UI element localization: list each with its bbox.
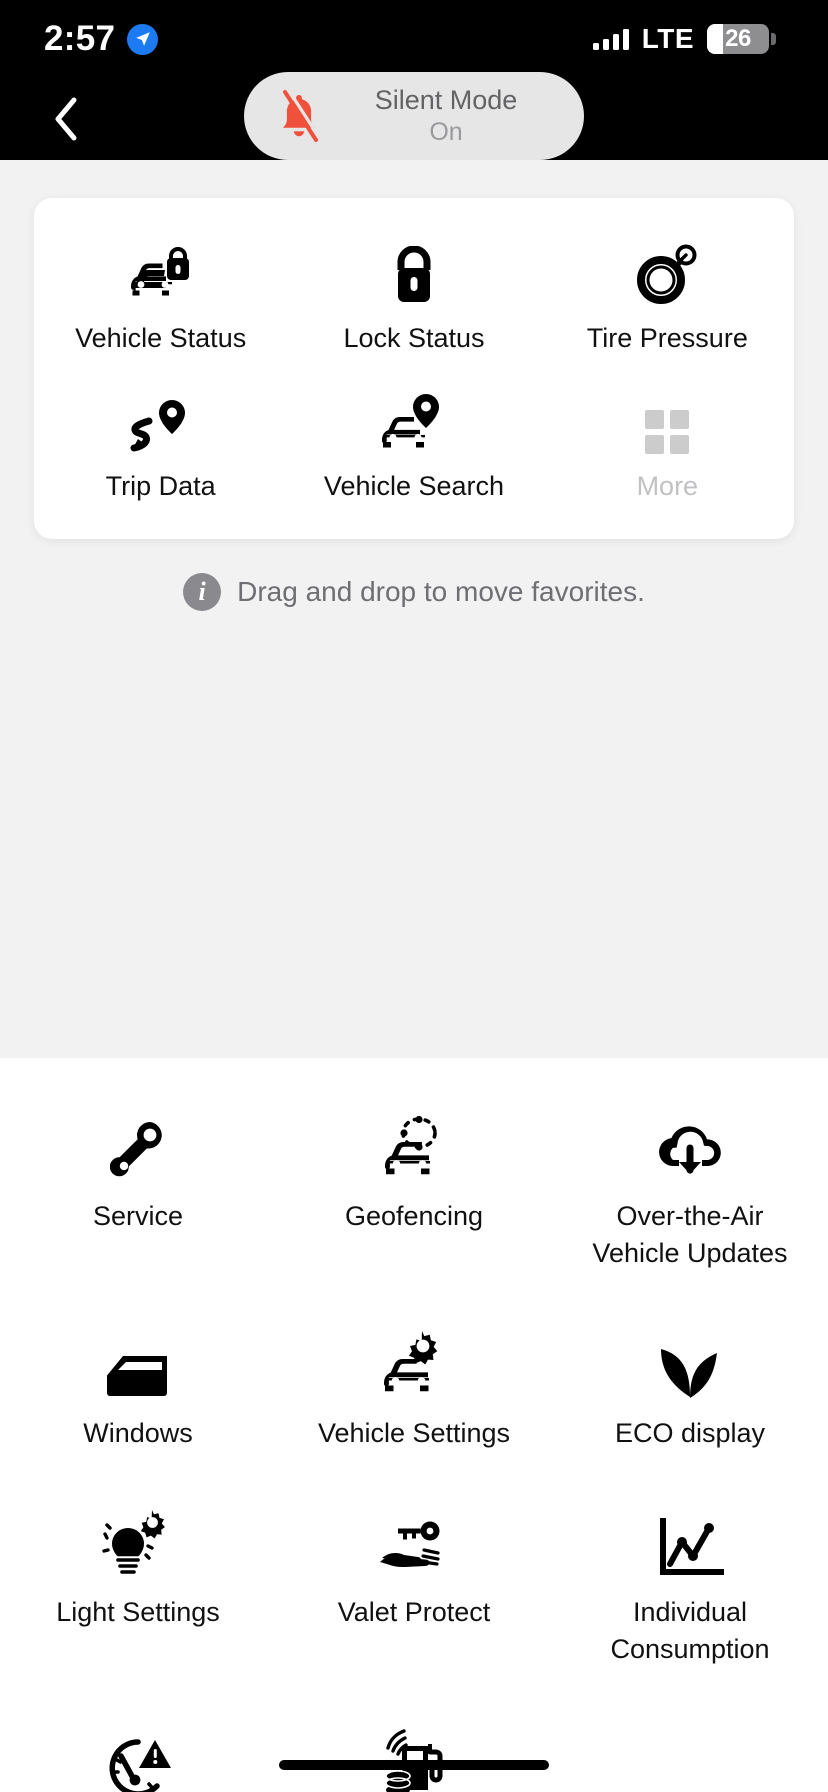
cellular-bars-icon xyxy=(592,28,629,50)
network-label: LTE xyxy=(641,23,694,54)
feature-label: Light Settings xyxy=(56,1596,220,1627)
favorite-label: Trip Data xyxy=(105,471,216,502)
feature-ota-updates[interactable]: Over-the-Air Vehicle Updates xyxy=(552,1080,828,1297)
favorites-grid: Vehicle Status Lock Status Tire Pressure… xyxy=(34,220,794,517)
feature-valet-protect[interactable]: Valet Protect xyxy=(276,1476,552,1693)
feature-service[interactable]: Service xyxy=(0,1080,276,1297)
favorite-label: Vehicle Status xyxy=(75,323,247,353)
features-panel: Service Geofencing Over-the-Air Vehicle … xyxy=(0,1058,828,1792)
favorite-trip-data[interactable]: Trip Data xyxy=(34,368,287,516)
favorite-vehicle-search[interactable]: Vehicle Search xyxy=(287,368,540,516)
bell-slash-icon xyxy=(276,90,322,142)
chevron-left-icon xyxy=(55,97,77,141)
speedometer-warning-icon xyxy=(103,1716,173,1792)
home-indicator[interactable] xyxy=(279,1760,549,1770)
leaf-icon xyxy=(657,1321,723,1401)
feature-label: Valet Protect xyxy=(337,1596,491,1627)
fuel-pump-coins-icon xyxy=(378,1716,450,1792)
favorites-section: Vehicle Status Lock Status Tire Pressure… xyxy=(0,160,828,643)
car-lock-icon xyxy=(125,234,197,308)
nav-bar: Silent Mode On xyxy=(0,72,828,160)
feature-geofencing[interactable]: Geofencing xyxy=(276,1080,552,1297)
battery-fill xyxy=(707,24,724,54)
feature-label: Windows xyxy=(83,1417,193,1448)
feature-windows[interactable]: Windows xyxy=(0,1297,276,1476)
feature-label: Service xyxy=(92,1201,184,1231)
feature-label: Over-the-Air Vehicle Updates xyxy=(592,1201,788,1269)
phone-screen: 2:57 LTE 26 Silent Mode On Vehicle Statu… xyxy=(0,0,828,1792)
car-door-icon xyxy=(103,1321,173,1401)
battery-tip xyxy=(771,33,776,45)
favorite-more[interactable]: More xyxy=(541,368,794,516)
silent-mode-text: Silent Mode On xyxy=(336,84,584,148)
feature-label: Vehicle Settings xyxy=(317,1417,511,1448)
feature-light-settings[interactable]: Light Settings xyxy=(0,1476,276,1693)
info-circle-icon: i xyxy=(183,572,222,611)
silent-mode-state: On xyxy=(429,117,463,146)
feature-label: ECO display xyxy=(614,1417,766,1448)
favorite-label: More xyxy=(636,471,699,502)
bulb-gear-icon xyxy=(102,1500,174,1580)
feature-speed-alert[interactable]: Speed Alert xyxy=(0,1692,276,1792)
battery-percent: 26 xyxy=(725,25,751,52)
tire-gauge-icon xyxy=(634,234,700,308)
battery-body: 26 xyxy=(707,24,769,54)
favorite-label: Lock Status xyxy=(343,323,485,353)
feature-fuel-and-pay[interactable]: Fuel & Pay xyxy=(276,1692,552,1792)
status-and-nav-bar: 2:57 LTE 26 Silent Mode On xyxy=(0,0,828,160)
grid-squares-icon xyxy=(643,382,691,456)
favorite-vehicle-status[interactable]: Vehicle Status xyxy=(34,220,287,368)
favorite-label: Vehicle Search xyxy=(323,471,505,502)
battery-indicator: 26 xyxy=(707,24,776,54)
silent-mode-banner: Silent Mode On xyxy=(244,72,584,160)
route-pin-icon xyxy=(128,382,194,456)
car-pin-icon xyxy=(376,382,452,456)
favorite-tire-pressure[interactable]: Tire Pressure xyxy=(541,220,794,368)
drag-drop-hint-text: Drag and drop to move favorites. xyxy=(237,575,645,607)
feature-eco-display[interactable]: ECO display xyxy=(552,1297,828,1476)
clock: 2:57 xyxy=(44,19,116,58)
feature-label: Geofencing xyxy=(344,1201,484,1231)
status-right: LTE 26 xyxy=(592,23,776,55)
feature-vehicle-settings[interactable]: Vehicle Settings xyxy=(276,1297,552,1476)
feature-individual-consumption[interactable]: Individual Consumption xyxy=(552,1476,828,1693)
features-grid: Service Geofencing Over-the-Air Vehicle … xyxy=(0,1058,828,1792)
key-hand-icon xyxy=(376,1500,452,1580)
line-chart-icon xyxy=(655,1500,725,1580)
location-arrow-icon xyxy=(127,23,159,55)
padlock-icon xyxy=(389,234,439,308)
status-left: 2:57 xyxy=(44,19,159,59)
car-gear-icon xyxy=(376,1321,452,1401)
wrench-icon xyxy=(110,1104,166,1184)
back-button[interactable] xyxy=(38,91,94,147)
status-bar: 2:57 LTE 26 xyxy=(0,0,828,78)
cloud-download-icon xyxy=(652,1104,728,1184)
silent-mode-title: Silent Mode xyxy=(374,85,518,116)
feature-label: Individual Consumption xyxy=(610,1596,770,1664)
favorite-lock-status[interactable]: Lock Status xyxy=(287,220,540,368)
favorite-label: Tire Pressure xyxy=(586,323,748,353)
drag-drop-hint: i Drag and drop to move favorites. xyxy=(34,539,794,643)
favorites-card: Vehicle Status Lock Status Tire Pressure… xyxy=(34,198,794,539)
car-geofence-icon xyxy=(377,1104,451,1184)
